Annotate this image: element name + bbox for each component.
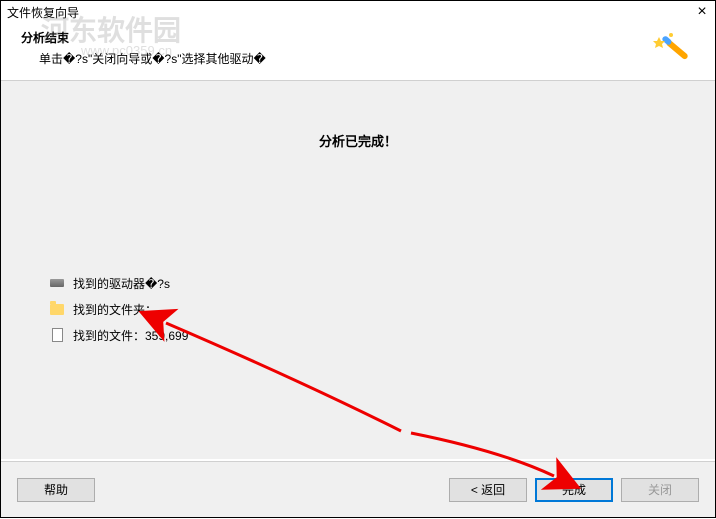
help-button[interactable]: 帮助 (17, 478, 95, 502)
result-drivers: 找到的驱动器�?s (49, 270, 675, 296)
file-icon (49, 327, 65, 343)
titlebar: 文件恢复向导 × (1, 1, 715, 23)
folder-icon (49, 301, 65, 317)
files-text: 找到的文件：359,699 (73, 327, 188, 344)
result-folders: 找到的文件夹： (49, 296, 675, 322)
drive-icon (49, 275, 65, 291)
drivers-text: 找到的驱动器�?s (73, 275, 170, 292)
folders-text: 找到的文件夹： (73, 301, 157, 318)
result-files: 找到的文件：359,699 (49, 322, 675, 348)
wizard-header: 分析结束 单击�?s"关闭向导或�?s"选择其他驱动� (1, 23, 715, 81)
header-subtitle: 单击�?s"关闭向导或�?s"选择其他驱动� (39, 50, 695, 67)
wand-icon (647, 31, 695, 76)
close-button: 关闭 (621, 478, 699, 502)
header-title: 分析结束 (21, 29, 695, 46)
results-list: 找到的驱动器�?s 找到的文件夹： 找到的文件：359,699 (49, 270, 675, 348)
analysis-complete-label: 分析已完成！ (41, 131, 675, 150)
back-button[interactable]: < 返回 (449, 478, 527, 502)
finish-button[interactable]: 完成 (535, 478, 613, 502)
content-area: 分析已完成！ 找到的驱动器�?s 找到的文件夹： 找到的文件：359,699 (1, 81, 715, 459)
close-icon[interactable]: × (693, 3, 711, 21)
wizard-footer: 帮助 < 返回 完成 关闭 (1, 461, 715, 517)
window-title: 文件恢复向导 (7, 4, 79, 21)
